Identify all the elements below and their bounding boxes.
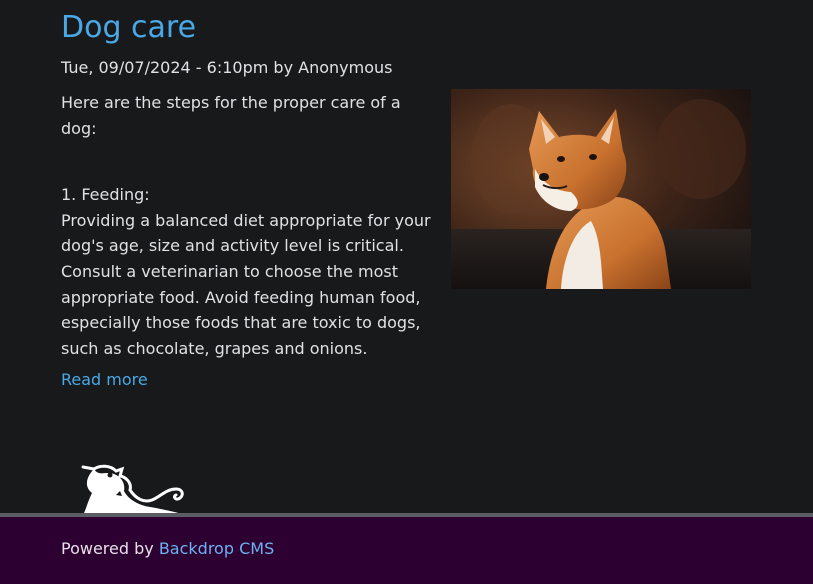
dog-photo [451,89,751,289]
article-meta: Tue, 09/07/2024 - 6:10pm by Anonymous [61,58,393,77]
article-title[interactable]: Dog care [61,8,196,48]
article-intro: Here are the steps for the proper care o… [61,93,401,138]
backdrop-cms-link[interactable]: Backdrop CMS [159,539,274,558]
site-footer: Powered by Backdrop CMS [0,517,813,584]
dog-photo-image [451,89,751,289]
section-body: Providing a balanced diet appropriate fo… [61,210,431,358]
footer-credit: Powered by Backdrop CMS [61,538,274,560]
powered-by-text: Powered by [61,539,154,558]
article-body: Here are the steps for the proper care o… [61,90,431,361]
read-more-link[interactable]: Read more [61,368,148,392]
page: Dog care Tue, 09/07/2024 - 6:10pm by Ano… [0,0,813,584]
section-heading: 1. Feeding: [61,185,150,205]
